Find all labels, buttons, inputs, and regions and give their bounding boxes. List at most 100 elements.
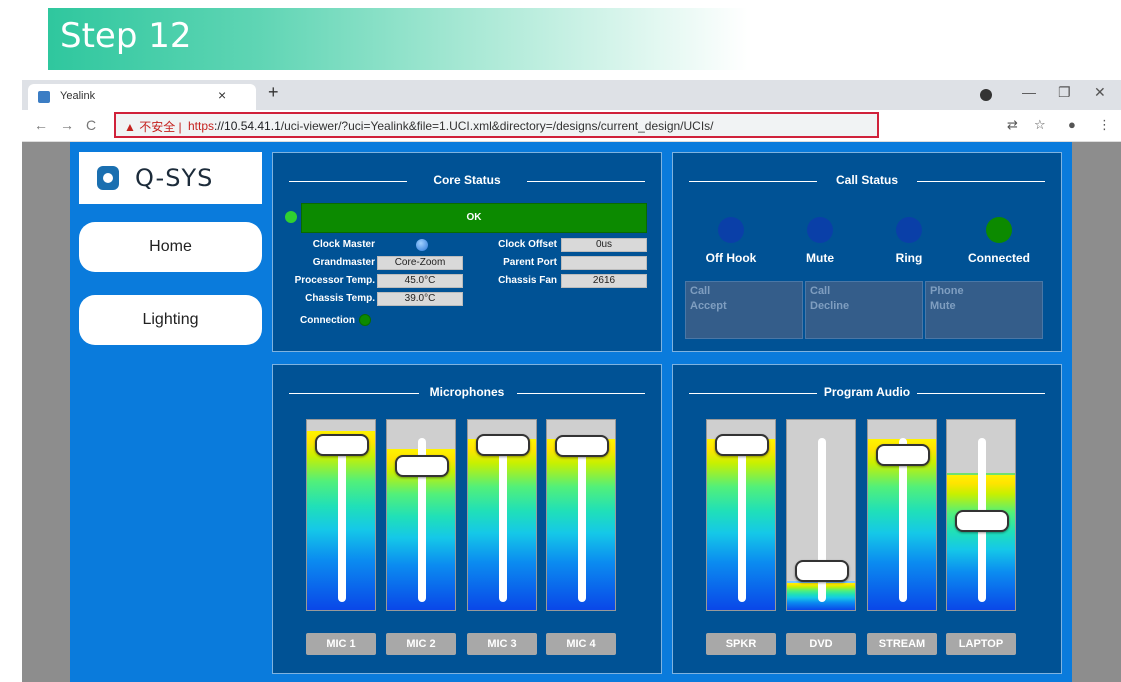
laptop-fader-knob[interactable] bbox=[955, 509, 1009, 532]
url-host: ://10.54.41.1 bbox=[214, 119, 281, 133]
logo-text: Q-SYS bbox=[135, 164, 214, 192]
grandmaster-label: Grandmaster bbox=[312, 257, 375, 268]
mic-1-fader-knob[interactable] bbox=[315, 433, 369, 456]
off-hook-label: Off Hook bbox=[705, 251, 757, 265]
phone-mute-line2: Mute bbox=[930, 300, 956, 312]
clock-master-led bbox=[416, 239, 428, 251]
mic-3-fader-track bbox=[499, 438, 507, 602]
call-decline-line1: Call bbox=[810, 285, 831, 297]
call-status-title: Call Status bbox=[835, 173, 898, 187]
forward-icon[interactable]: → bbox=[60, 117, 74, 133]
chassis-fan-label: Chassis Fan bbox=[498, 275, 557, 286]
close-window-icon[interactable]: ✕ bbox=[1094, 84, 1106, 101]
qsys-logo: Q-SYS bbox=[79, 152, 262, 204]
ring-label: Ring bbox=[895, 251, 923, 265]
microphones-panel: Microphones MIC 1 MIC 2 MIC 3 MIC 4 bbox=[272, 364, 662, 674]
program-audio-title: Program Audio bbox=[823, 385, 911, 399]
ring-led bbox=[896, 217, 922, 243]
translate-icon[interactable]: ⇄ bbox=[1007, 117, 1018, 133]
menu-icon[interactable]: ⋮ bbox=[1098, 117, 1111, 133]
mic-1-fader[interactable] bbox=[306, 419, 376, 611]
call-status-heading: Call Status bbox=[673, 173, 1061, 189]
parent-port-value bbox=[561, 256, 647, 270]
mic-3-label: MIC 3 bbox=[467, 633, 537, 655]
url-protocol: https bbox=[188, 119, 215, 133]
mic-3-fader-knob[interactable] bbox=[476, 433, 530, 456]
browser-tab[interactable]: Yealink × bbox=[28, 84, 256, 110]
url-text: https://10.54.41.1/uci-viewer/?uci=Yeali… bbox=[188, 119, 714, 133]
program-audio-heading: Program Audio bbox=[673, 385, 1061, 401]
chassis-temp-label: Chassis Temp. bbox=[305, 293, 375, 304]
stream-label: STREAM bbox=[867, 633, 937, 655]
microphones-heading: Microphones bbox=[273, 385, 661, 401]
tab-title: Yealink bbox=[60, 90, 96, 102]
laptop-label: LAPTOP bbox=[946, 633, 1016, 655]
clock-master-label: Clock Master bbox=[312, 239, 375, 250]
call-decline-button[interactable]: Call Decline bbox=[805, 281, 923, 339]
mic-3-fader[interactable] bbox=[467, 419, 537, 611]
clock-offset-value: 0us bbox=[561, 238, 647, 252]
stream-fader[interactable] bbox=[867, 419, 937, 611]
call-status-panel: Call Status Off Hook Mute Ring Connected… bbox=[672, 152, 1062, 352]
spkr-fader-knob[interactable] bbox=[715, 433, 769, 456]
back-icon[interactable]: ← bbox=[34, 117, 48, 133]
mic-2-fader-knob[interactable] bbox=[395, 455, 449, 478]
core-status-led bbox=[285, 211, 297, 223]
mic-4-fader[interactable] bbox=[546, 419, 616, 611]
mute-led bbox=[807, 217, 833, 243]
not-secure-warning[interactable]: ▲ 不安全 | bbox=[124, 118, 182, 135]
stream-fader-knob[interactable] bbox=[876, 443, 930, 466]
grandmaster-value: Core-Zoom bbox=[377, 256, 463, 270]
extension-icon[interactable] bbox=[980, 89, 992, 101]
mic-4-fader-knob[interactable] bbox=[555, 435, 609, 458]
restore-icon[interactable]: ❐ bbox=[1058, 84, 1071, 101]
spkr-label: SPKR bbox=[706, 633, 776, 655]
parent-port-label: Parent Port bbox=[503, 257, 557, 268]
url-input[interactable]: ▲ 不安全 | https://10.54.41.1/uci-viewer/?u… bbox=[114, 112, 879, 138]
call-accept-button[interactable]: Call Accept bbox=[685, 281, 803, 339]
program-audio-panel: Program Audio SPKR DVD STREAM LAPTOP bbox=[672, 364, 1062, 674]
chassis-fan-value: 2616 bbox=[561, 274, 647, 288]
core-status-ok: OK bbox=[301, 203, 647, 233]
browser-tab-bar: Yealink × + — ❐ ✕ bbox=[22, 80, 1121, 110]
call-accept-line1: Call bbox=[690, 285, 711, 297]
mute-label: Mute bbox=[806, 251, 834, 265]
mic-2-label: MIC 2 bbox=[386, 633, 456, 655]
core-status-title: Core Status bbox=[433, 173, 501, 187]
reload-icon[interactable]: C bbox=[86, 117, 96, 133]
processor-temp-label: Processor Temp. bbox=[294, 275, 375, 286]
tab-close-icon[interactable]: × bbox=[218, 87, 226, 103]
chassis-temp-value: 39.0°C bbox=[377, 292, 463, 306]
step-title: Step 12 bbox=[60, 16, 192, 56]
spkr-fader[interactable] bbox=[706, 419, 776, 611]
mic-1-label: MIC 1 bbox=[306, 633, 376, 655]
mic-1-fader-track bbox=[338, 438, 346, 602]
dvd-fader-knob[interactable] bbox=[795, 559, 849, 582]
dvd-fader[interactable] bbox=[786, 419, 856, 611]
call-accept-line2: Accept bbox=[690, 300, 727, 312]
call-decline-line2: Decline bbox=[810, 300, 850, 312]
qsys-logo-icon bbox=[97, 166, 119, 190]
mic-2-fader[interactable] bbox=[386, 419, 456, 611]
dvd-label: DVD bbox=[786, 633, 856, 655]
lighting-button[interactable]: Lighting bbox=[79, 295, 262, 345]
bookmark-star-icon[interactable]: ☆ bbox=[1034, 117, 1046, 133]
mic-4-fader-track bbox=[578, 438, 586, 602]
account-icon[interactable]: ● bbox=[1068, 117, 1076, 132]
phone-mute-button[interactable]: Phone Mute bbox=[925, 281, 1043, 339]
yealink-favicon-icon bbox=[38, 91, 50, 103]
connection-led bbox=[359, 314, 371, 326]
processor-temp-value: 45.0°C bbox=[377, 274, 463, 288]
laptop-fader[interactable] bbox=[946, 419, 1016, 611]
minimize-icon[interactable]: — bbox=[1022, 84, 1036, 100]
microphones-title: Microphones bbox=[429, 385, 505, 399]
core-status-panel: Core Status OK Clock Master Grandmaster … bbox=[272, 152, 662, 352]
connected-label: Connected bbox=[967, 251, 1030, 265]
mic-4-label: MIC 4 bbox=[546, 633, 616, 655]
home-button[interactable]: Home bbox=[79, 222, 262, 272]
new-tab-icon[interactable]: + bbox=[268, 82, 279, 103]
core-status-heading: Core Status bbox=[273, 173, 661, 189]
off-hook-led bbox=[718, 217, 744, 243]
spkr-fader-track bbox=[738, 438, 746, 602]
connected-led bbox=[986, 217, 1012, 243]
